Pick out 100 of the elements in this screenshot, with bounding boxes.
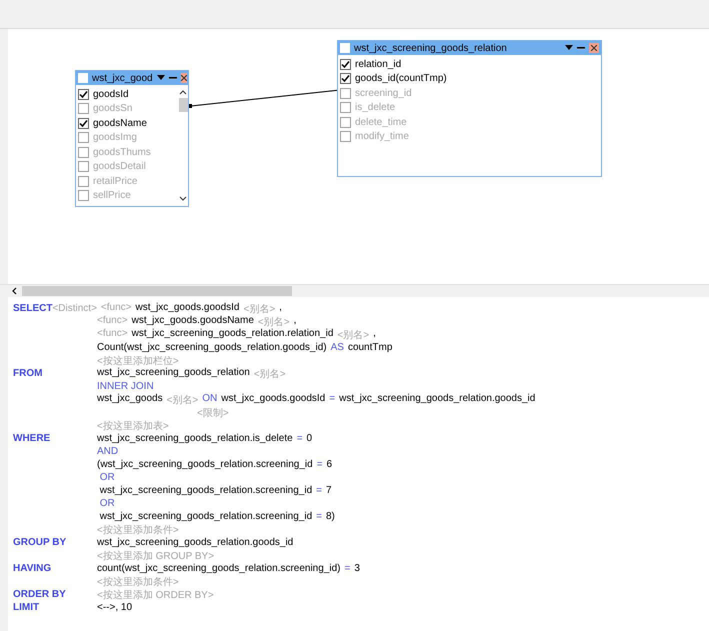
placeholder-hint[interactable]: <别名> bbox=[337, 328, 370, 342]
placeholder-hint[interactable]: <func> bbox=[100, 302, 132, 316]
placeholder-hint[interactable]: <限制> bbox=[197, 406, 229, 420]
scroll-up-icon[interactable] bbox=[179, 89, 187, 95]
checkbox[interactable] bbox=[340, 58, 351, 70]
sql-keyword: INNER JOIN bbox=[97, 381, 154, 392]
sql-keyword: = bbox=[316, 459, 323, 470]
placeholder-hint[interactable]: <别名> bbox=[254, 366, 286, 380]
column-name: goodsName bbox=[93, 118, 147, 129]
scroll-thumb[interactable] bbox=[178, 98, 188, 112]
sql-text: countTmp bbox=[348, 342, 392, 353]
sql-text: 6 bbox=[326, 459, 332, 470]
placeholder-hint[interactable]: <按这里添加条件> bbox=[97, 574, 179, 588]
sql-clause: ORDER BY bbox=[13, 589, 66, 600]
checkbox[interactable] bbox=[340, 131, 351, 142]
table-name: wst_jxc_screening_goods_relation bbox=[354, 42, 508, 54]
scroll-down-icon[interactable] bbox=[179, 196, 187, 202]
column-name: is_delete bbox=[355, 102, 396, 114]
column-name: retailPrice bbox=[93, 176, 138, 187]
placeholder-hint[interactable]: <按这里添加表> bbox=[97, 418, 169, 432]
column-name: goods_id(countTmp) bbox=[355, 73, 447, 84]
placeholder-hint[interactable]: <按这里添加 GROUP BY> bbox=[97, 548, 214, 562]
sql-keyword: OR bbox=[98, 472, 115, 483]
sql-text: wst_jxc_goods bbox=[97, 392, 163, 406]
sql-clause: HAVING bbox=[13, 563, 52, 574]
select-all-checkbox[interactable] bbox=[340, 43, 350, 53]
checkbox[interactable] bbox=[340, 116, 351, 128]
sql-text: count(wst_jxc_screening_goods_relation.screening_id) bbox=[97, 563, 340, 574]
placeholder-hint[interactable]: <按这里添加条件> bbox=[97, 522, 179, 536]
dropdown-icon[interactable] bbox=[565, 45, 573, 51]
table-window[interactable]: wst_jxc_good goodsId goodsSn goodsName goodsImg goodsThums goodsDetail retailPrice sellPrice bbox=[75, 70, 189, 207]
checkbox[interactable] bbox=[78, 118, 89, 129]
sql-text: , bbox=[279, 302, 282, 314]
placeholder-hint[interactable]: <func> bbox=[97, 328, 128, 342]
close-button[interactable] bbox=[180, 73, 187, 83]
column-name: goodsDetail bbox=[93, 161, 146, 172]
checkbox[interactable] bbox=[340, 102, 351, 114]
checkbox[interactable] bbox=[78, 88, 89, 100]
minimize-icon[interactable] bbox=[577, 47, 585, 49]
column-name: goodsId bbox=[93, 88, 129, 100]
placeholder-hint[interactable]: <别名> bbox=[243, 302, 276, 316]
sql-text: <-->, 10 bbox=[97, 602, 132, 613]
sql-clause: GROUP BY bbox=[13, 537, 66, 548]
dropdown-icon[interactable] bbox=[156, 75, 165, 81]
sql-clause: WHERE bbox=[13, 433, 50, 444]
placeholder-hint[interactable]: <按这里添加 ORDER BY> bbox=[97, 588, 214, 602]
sql-text: wst_jxc_goods.goodsId bbox=[136, 302, 240, 314]
column-name: screening_id bbox=[355, 88, 412, 99]
column-name: sellPrice bbox=[93, 190, 131, 202]
sql-text: 7 bbox=[326, 485, 332, 496]
column-name: goodsSn bbox=[93, 103, 132, 114]
horizontal-scrollbar[interactable] bbox=[0, 285, 709, 297]
checkbox[interactable] bbox=[78, 161, 89, 172]
sql-clause: SELECT bbox=[13, 303, 52, 314]
placeholder-hint[interactable]: <按这里添加栏位> bbox=[97, 354, 179, 368]
sql-text: wst_jxc_screening_goods_relation.goods_id bbox=[339, 392, 536, 406]
sql-clause: FROM bbox=[13, 368, 42, 379]
sql-keyword: AND bbox=[97, 446, 118, 457]
sql-keyword: = bbox=[329, 392, 336, 406]
sql-text: (wst_jxc_screening_goods_relation.screening_id bbox=[97, 459, 313, 470]
sql-text: 0 bbox=[306, 433, 312, 444]
checkbox[interactable] bbox=[78, 146, 89, 158]
sql-text: Count(wst_jxc_screening_goods_relation.goods_id) bbox=[97, 342, 327, 353]
sql-text: wst_jxc_screening_goods_relation bbox=[97, 366, 250, 380]
sql-keyword: OR bbox=[98, 498, 115, 509]
checkbox[interactable] bbox=[78, 103, 89, 114]
minimize-icon[interactable] bbox=[168, 77, 177, 79]
column-name: relation_id bbox=[355, 58, 402, 70]
sql-text: wst_jxc_goods.goodsName bbox=[132, 314, 254, 328]
sql-keyword: AS bbox=[330, 342, 344, 353]
sql-text: wst_jxc_screening_goods_relation.goods_id bbox=[97, 537, 294, 548]
checkbox[interactable] bbox=[340, 73, 351, 84]
sql-text: 8) bbox=[326, 511, 335, 522]
placeholder-hint[interactable]: <别名> bbox=[166, 392, 198, 406]
sql-text: wst_jxc_screening_goods_relation.screening_id bbox=[98, 511, 312, 522]
sql-text: , bbox=[294, 314, 296, 328]
placeholder-hint[interactable]: <Distinct> bbox=[52, 303, 97, 314]
checkbox[interactable] bbox=[340, 88, 351, 99]
table-window[interactable]: wst_jxc_screening_goods_relation relation_id goods_id(countTmp) screening_id is_delete delete_time modify_time bbox=[337, 40, 602, 177]
select-all-checkbox[interactable] bbox=[78, 73, 88, 83]
sql-keyword: = bbox=[344, 563, 350, 574]
sql-keyword: = bbox=[316, 485, 322, 496]
vertical-scrollbar[interactable] bbox=[0, 29, 8, 284]
sql-text: wst_jxc_screening_goods_relation.is_delete bbox=[97, 433, 293, 444]
sql-text: wst_jxc_screening_goods_relation.screening_id bbox=[98, 485, 312, 496]
checkbox[interactable] bbox=[78, 176, 89, 187]
checkbox[interactable] bbox=[78, 190, 89, 202]
column-name: goodsThums bbox=[93, 146, 151, 158]
table-title-bar[interactable]: wst_jxc_screening_goods_relation bbox=[338, 41, 601, 55]
sql-text: wst_jxc_screening_goods_relation.relation_id bbox=[132, 328, 334, 340]
sql-keyword: = bbox=[296, 433, 303, 444]
sql-clause: LIMIT bbox=[13, 602, 40, 613]
column-name: goodsImg bbox=[93, 132, 137, 144]
column-name: delete_time bbox=[355, 116, 407, 128]
close-button[interactable] bbox=[589, 43, 599, 53]
placeholder-hint[interactable]: <别名> bbox=[258, 314, 290, 328]
table-title-bar[interactable]: wst_jxc_good bbox=[76, 71, 188, 85]
checkbox[interactable] bbox=[78, 132, 89, 144]
placeholder-hint[interactable]: <func> bbox=[97, 314, 128, 328]
column-name: modify_time bbox=[355, 131, 409, 142]
